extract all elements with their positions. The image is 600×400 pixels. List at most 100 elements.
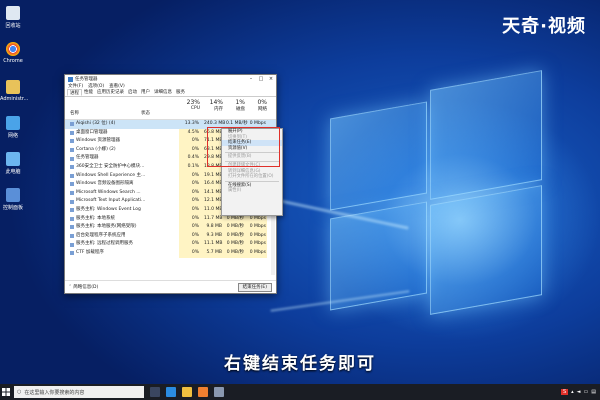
- memory-cell: 11.0 MB: [204, 206, 223, 212]
- desktop-icon-this-pc[interactable]: 此电脑: [0, 152, 26, 175]
- tab-startup[interactable]: 启动: [126, 89, 139, 96]
- memory-cell: 9.8 MB: [206, 224, 222, 230]
- tab-performance[interactable]: 性能: [82, 89, 95, 96]
- cpu-cell: 0%: [191, 189, 199, 195]
- caption-subtitle: 右键结束任务即可: [224, 354, 376, 374]
- cpu-cell: 0%: [191, 138, 199, 144]
- table-row[interactable]: 服务主机: 本地服务(网络受限) 0% 9.8 MB 0 MB/秒 0 Mbps: [65, 223, 276, 232]
- task-manager-icon: [68, 76, 73, 82]
- highlight-box: [207, 127, 280, 167]
- computer-icon: [6, 152, 20, 166]
- cpu-cell: 0%: [191, 232, 199, 238]
- cpu-cell: 0.1%: [187, 163, 199, 169]
- process-name: 服务主机: 本地服务(网络受限): [70, 223, 136, 232]
- network-cell: 0 Mbps: [249, 232, 266, 238]
- process-icon: [70, 225, 74, 230]
- task-view-icon[interactable]: [150, 387, 160, 397]
- process-icon: [70, 173, 74, 178]
- start-button[interactable]: [0, 384, 12, 400]
- volume-icon[interactable]: ◄: [577, 389, 581, 395]
- title-bar: 任务管理器 – □ ×: [65, 75, 276, 83]
- fewer-details-link[interactable]: 简略信息(D): [73, 284, 98, 290]
- input-method-icon[interactable]: S: [560, 389, 569, 395]
- context-menu-item[interactable]: 属性(I): [222, 188, 282, 194]
- minimize-button[interactable]: –: [246, 76, 256, 82]
- cpu-cell: 0%: [191, 249, 199, 255]
- desktop-icon-chrome[interactable]: Chrome: [0, 42, 26, 64]
- desktop-icon-recycle-bin[interactable]: 回收站: [0, 6, 26, 29]
- tab-details[interactable]: 详细信息: [152, 89, 174, 96]
- network-cell: 0 Mbps: [249, 241, 266, 247]
- process-name: 任务管理器: [70, 154, 99, 163]
- desktop-icon-network[interactable]: 网络: [0, 116, 26, 139]
- memory-cell: 11.1 MB: [204, 241, 223, 247]
- windows-logo-wallpaper: [251, 70, 560, 315]
- cpu-cell: 13.3%: [184, 121, 199, 126]
- taskbar: ○ 在这里输入你要搜索的内容 S ▴ ◄ ▭ ▤: [0, 384, 600, 400]
- edge-icon[interactable]: [166, 387, 176, 397]
- cpu-cell: 0%: [191, 215, 199, 221]
- disk-cell: 0 MB/秒: [226, 232, 244, 238]
- windows-start-icon: [2, 388, 10, 396]
- tab-services[interactable]: 服务: [174, 89, 187, 96]
- cpu-cell: 0%: [191, 224, 199, 230]
- notification-icon[interactable]: ▤: [591, 389, 596, 395]
- context-menu-item[interactable]: 打开文件所在的位置(O): [222, 174, 282, 180]
- process-name: Windows 音频设备图形隔离: [70, 180, 134, 189]
- desktop-icon-control-panel[interactable]: 控制面板: [0, 188, 26, 211]
- process-icon: [70, 148, 74, 153]
- memory-cell: 19.1 MB: [204, 172, 223, 178]
- process-icon: [70, 182, 74, 187]
- process-icon: [70, 165, 74, 170]
- memory-cell: 14.1 MB: [204, 189, 223, 195]
- table-row[interactable]: 服务主机: 远程过程调用服务 0% 11.1 MB 0 MB/秒 0 Mbps: [65, 240, 276, 249]
- process-icon: [70, 191, 74, 196]
- col-network[interactable]: 0% 网络: [247, 99, 267, 112]
- memory-cell: 16.4 MB: [204, 181, 223, 187]
- col-disk[interactable]: 1% 磁盘: [225, 99, 245, 112]
- col-status[interactable]: 状态: [141, 110, 150, 116]
- col-cpu[interactable]: 23% CPU: [180, 99, 200, 111]
- disk-cell: 0 MB/秒: [226, 249, 244, 255]
- cpu-cell: 0%: [191, 172, 199, 178]
- process-name: Aiqishi (32 位) (4): [70, 120, 115, 129]
- process-name: 服务主机: 远程过程调用服务: [70, 240, 133, 249]
- tray-icon[interactable]: ▴: [571, 389, 574, 395]
- desktop: 天奇·视频 回收站 Chrome Administr... 网络 此电脑 控制面…: [0, 0, 600, 384]
- disk-cell: 0 MB/秒: [226, 241, 244, 247]
- col-name[interactable]: 名称: [70, 110, 79, 116]
- process-icon: [70, 139, 74, 144]
- desktop-icon-admin[interactable]: Administr...: [0, 80, 28, 102]
- maximize-button[interactable]: □: [256, 76, 266, 82]
- footer: ˄ 简略信息(D) 结束任务(E): [65, 280, 276, 293]
- process-icon: [70, 242, 74, 247]
- chevron-up-icon[interactable]: ˄: [69, 285, 71, 290]
- end-task-button[interactable]: 结束任务(E): [237, 282, 272, 292]
- taskbar-search[interactable]: ○ 在这里输入你要搜索的内容: [14, 386, 144, 398]
- network-cell: 0 Mbps: [249, 224, 266, 230]
- menu-separator: [225, 180, 279, 182]
- process-icon: [70, 251, 74, 256]
- process-icon: [70, 234, 74, 239]
- cpu-cell: 0%: [191, 146, 199, 152]
- close-button[interactable]: ×: [266, 76, 276, 82]
- process-name: Microsoft Windows Search ...: [70, 189, 141, 198]
- col-memory[interactable]: 14% 内存: [203, 99, 223, 112]
- table-row[interactable]: 后台处理程序子系统应用 0% 9.3 MB 0 MB/秒 0 Mbps: [65, 232, 276, 241]
- process-icon: [70, 122, 74, 127]
- task-manager-taskbar-icon[interactable]: [214, 387, 224, 397]
- process-name: Microsoft Text Input Applicati...: [70, 197, 145, 206]
- chrome-icon: [6, 42, 20, 56]
- file-explorer-icon[interactable]: [182, 387, 192, 397]
- app-icon[interactable]: [198, 387, 208, 397]
- cpu-cell: 4.5%: [187, 129, 199, 135]
- process-icon: [70, 156, 74, 161]
- network-tray-icon[interactable]: ▭: [584, 389, 589, 395]
- process-name: 后台处理程序子系统应用: [70, 232, 126, 241]
- process-name: Windows 资源管理器: [70, 137, 120, 146]
- tab-processes[interactable]: 进程: [67, 89, 82, 96]
- tab-users[interactable]: 用户: [139, 89, 152, 96]
- table-row[interactable]: CTF 加载程序 0% 5.7 MB 0 MB/秒 0 Mbps: [65, 249, 276, 258]
- process-icon: [70, 208, 74, 213]
- tab-app-history[interactable]: 应用历史记录: [95, 89, 126, 96]
